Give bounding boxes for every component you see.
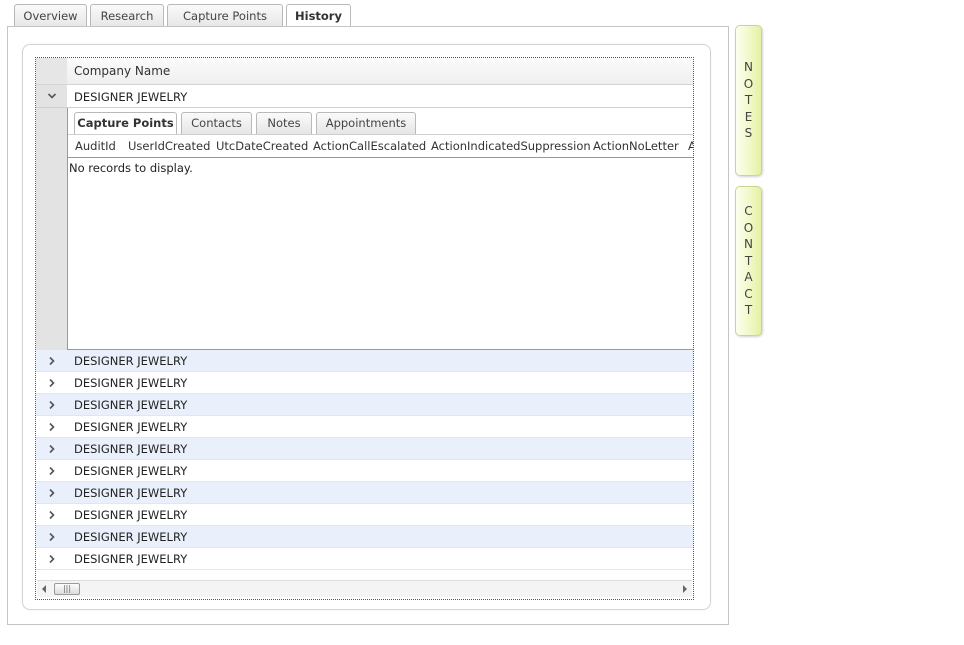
empty-records-message: No records to display. — [69, 161, 193, 175]
contact-side-tab-label: CONTACT — [743, 204, 754, 318]
detail-tab-appointments[interactable]: Appointments — [316, 112, 416, 134]
contact-side-tab[interactable]: CONTACT — [735, 186, 762, 336]
grid-header: Company Name — [36, 58, 693, 85]
expand-row-button[interactable] — [36, 460, 67, 481]
table-row[interactable]: DESIGNER JEWELRY — [36, 394, 693, 416]
chevron-right-icon — [48, 532, 55, 541]
chevron-right-icon — [48, 444, 55, 453]
column-header-actionindicatedsuppression[interactable]: ActionIndicatedSuppression — [431, 139, 591, 153]
scrollbar-thumb[interactable]: ||| — [54, 583, 80, 595]
notes-side-tab[interactable]: NOTES — [735, 25, 762, 176]
detail-tab-contacts[interactable]: Contacts — [181, 112, 252, 134]
table-row[interactable]: DESIGNER JEWELRY — [36, 350, 693, 372]
expand-row-button[interactable] — [36, 526, 67, 547]
table-row[interactable]: DESIGNER JEWELRY — [36, 460, 693, 482]
expand-row-button[interactable] — [36, 548, 67, 569]
column-header-truncated[interactable]: A — [688, 139, 693, 153]
row-detail-panel: Capture Points Contacts Notes Appointmen… — [67, 108, 693, 350]
expand-row-button[interactable] — [36, 350, 67, 371]
scroll-right-arrow-icon[interactable] — [683, 585, 687, 593]
chevron-right-icon — [48, 554, 55, 563]
detail-grid-header: AuditId UserIdCreated UtcDateCreated Act… — [68, 134, 693, 158]
header-indent-cell — [36, 58, 67, 84]
chevron-right-icon — [48, 422, 55, 431]
chevron-right-icon — [48, 466, 55, 475]
table-row[interactable]: DESIGNER JEWELRY — [36, 548, 693, 570]
table-row[interactable]: DESIGNER JEWELRY — [36, 372, 693, 394]
notes-side-tab-label: NOTES — [743, 60, 754, 141]
column-header-useridcreated[interactable]: UserIdCreated — [128, 139, 210, 153]
column-header-utcdatecreated[interactable]: UtcDateCreated — [216, 139, 308, 153]
column-header-actioncallescalated[interactable]: ActionCallEscalated — [313, 139, 426, 153]
scroll-left-arrow-icon[interactable] — [42, 585, 46, 593]
column-header-company-name[interactable]: Company Name — [74, 64, 170, 78]
expand-row-button[interactable] — [36, 372, 67, 393]
table-row[interactable]: DESIGNER JEWELRY — [36, 482, 693, 504]
column-header-auditid[interactable]: AuditId — [75, 139, 116, 153]
chevron-right-icon — [48, 400, 55, 409]
tab-history[interactable]: History — [286, 4, 351, 28]
chevron-right-icon — [48, 510, 55, 519]
detail-tab-capture-points[interactable]: Capture Points — [74, 112, 177, 134]
table-row[interactable]: DESIGNER JEWELRY — [36, 504, 693, 526]
table-row[interactable]: DESIGNER JEWELRY — [36, 438, 693, 460]
table-row-expanded[interactable]: DESIGNER JEWELRY — [36, 85, 693, 108]
company-name-cell: DESIGNER JEWELRY — [74, 376, 188, 390]
collapse-row-button[interactable] — [36, 85, 67, 107]
table-row[interactable]: DESIGNER JEWELRY — [36, 526, 693, 548]
detail-tab-notes[interactable]: Notes — [256, 112, 312, 134]
horizontal-scrollbar[interactable]: ||| — [37, 580, 692, 597]
company-name-cell: DESIGNER JEWELRY — [74, 398, 188, 412]
company-name-cell: DESIGNER JEWELRY — [74, 552, 188, 566]
company-name-cell: DESIGNER JEWELRY — [74, 90, 188, 104]
company-name-cell: DESIGNER JEWELRY — [74, 530, 188, 544]
expand-row-button[interactable] — [36, 416, 67, 437]
table-row[interactable]: DESIGNER JEWELRY — [36, 416, 693, 438]
tab-research[interactable]: Research — [90, 4, 164, 27]
detail-tab-strip: Capture Points Contacts Notes Appointmen… — [68, 108, 418, 134]
expand-row-button[interactable] — [36, 438, 67, 459]
company-name-cell: DESIGNER JEWELRY — [74, 464, 188, 478]
company-name-cell: DESIGNER JEWELRY — [74, 486, 188, 500]
chevron-right-icon — [48, 356, 55, 365]
company-name-cell: DESIGNER JEWELRY — [74, 354, 188, 368]
expand-row-button[interactable] — [36, 504, 67, 525]
tab-capture-points[interactable]: Capture Points — [167, 4, 283, 27]
company-name-cell: DESIGNER JEWELRY — [74, 508, 188, 522]
company-name-cell: DESIGNER JEWELRY — [74, 442, 188, 456]
expand-row-button[interactable] — [36, 482, 67, 503]
tab-overview[interactable]: Overview — [14, 4, 87, 27]
chevron-right-icon — [48, 488, 55, 497]
expand-row-button[interactable] — [36, 394, 67, 415]
history-grid: Company Name DESIGNER JEWELRY Capture Po… — [35, 57, 694, 600]
chevron-down-icon — [47, 93, 56, 99]
company-name-cell: DESIGNER JEWELRY — [74, 420, 188, 434]
chevron-right-icon — [48, 378, 55, 387]
column-header-actionnoletter[interactable]: ActionNoLetter — [593, 139, 679, 153]
